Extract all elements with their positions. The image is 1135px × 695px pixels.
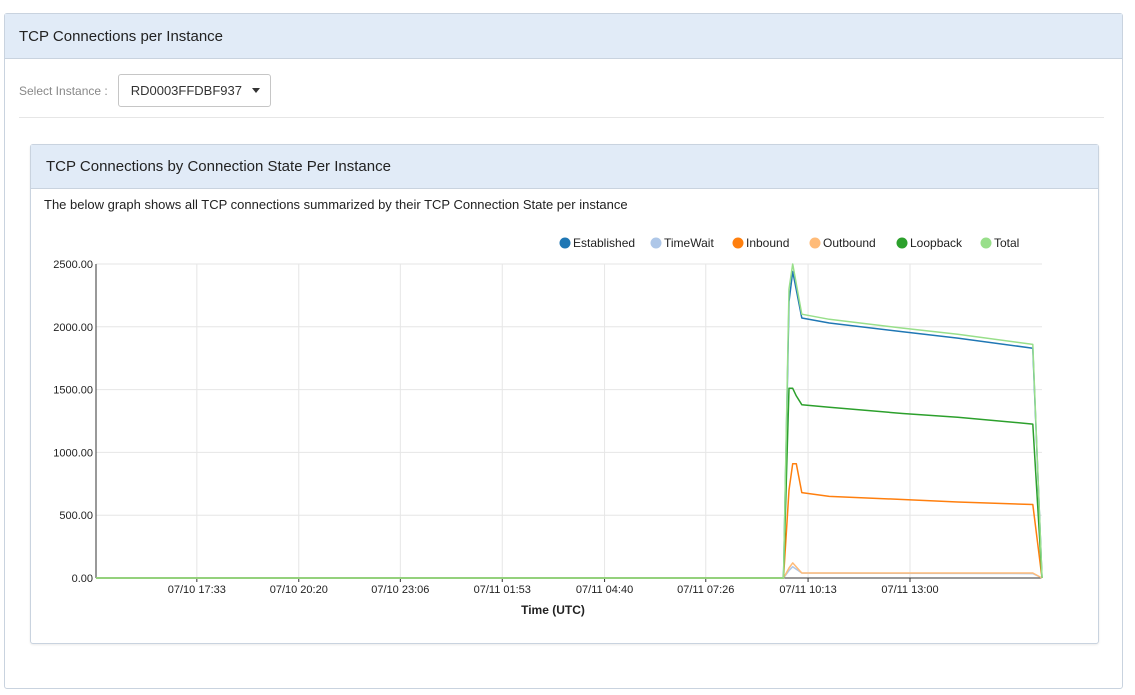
legend-label-total: Total [994, 236, 1019, 250]
x-tick-label: 07/11 01:53 [474, 584, 531, 596]
chart-panel: TCP Connections by Connection State Per … [30, 144, 1099, 644]
series-line-established [96, 270, 1043, 579]
y-tick-label: 2500.00 [53, 259, 93, 271]
x-tick-label: 07/11 04:40 [576, 584, 633, 596]
legend-marker-total [980, 237, 992, 249]
x-tick-label: 07/11 13:00 [881, 584, 938, 596]
y-tick-label: 1500.00 [53, 385, 93, 397]
tcp-connections-chart: 0.00 500.00 1000.00 1500.00 2000.00 2500.00 07… [53, 236, 1043, 617]
legend-label-inbound: Inbound [746, 236, 789, 250]
x-tick-label: 07/10 23:06 [371, 584, 429, 596]
legend-label-loopback: Loopback [910, 236, 963, 250]
series-line-loopback [96, 387, 1043, 579]
x-tick-label: 07/11 07:26 [677, 584, 734, 596]
instance-select-row: Select Instance : RD0003FFDBF937 [19, 74, 271, 107]
x-tick-label: 07/10 17:33 [168, 584, 226, 596]
x-tick-label: 07/10 20:20 [270, 584, 328, 596]
y-tick-label: 1000.00 [53, 447, 93, 459]
legend-marker-loopback [896, 237, 908, 249]
panel-title: TCP Connections per Instance [19, 27, 224, 45]
legend-marker-outbound [809, 237, 821, 249]
chevron-down-icon [252, 88, 260, 93]
series-line-total [96, 263, 1043, 579]
instance-select-dropdown[interactable]: RD0003FFDBF937 [117, 74, 271, 107]
instance-select-label: Select Instance : [19, 83, 108, 98]
series-line-outbound [96, 562, 1043, 579]
instance-select-value: RD0003FFDBF937 [130, 83, 242, 98]
legend-label-timewait: TimeWait [664, 236, 714, 250]
legend-marker-timewait [650, 237, 662, 249]
legend-marker-inbound [732, 237, 744, 249]
panel-header: TCP Connections per Instance [5, 14, 1122, 59]
tcp-connections-panel: TCP Connections per Instance Select Inst… [4, 13, 1123, 689]
series-line-inbound [96, 462, 1043, 579]
y-tick-label: 500.00 [59, 510, 93, 522]
legend-marker-established [559, 237, 571, 249]
y-tick-label: 0.00 [72, 573, 93, 585]
legend-label-outbound: Outbound [823, 236, 876, 250]
divider [19, 117, 1104, 118]
y-tick-label: 2000.00 [53, 322, 93, 334]
x-tick-label: 07/11 10:13 [779, 584, 836, 596]
legend-label-established: Established [573, 236, 635, 250]
x-axis-label: Time (UTC) [521, 603, 585, 617]
